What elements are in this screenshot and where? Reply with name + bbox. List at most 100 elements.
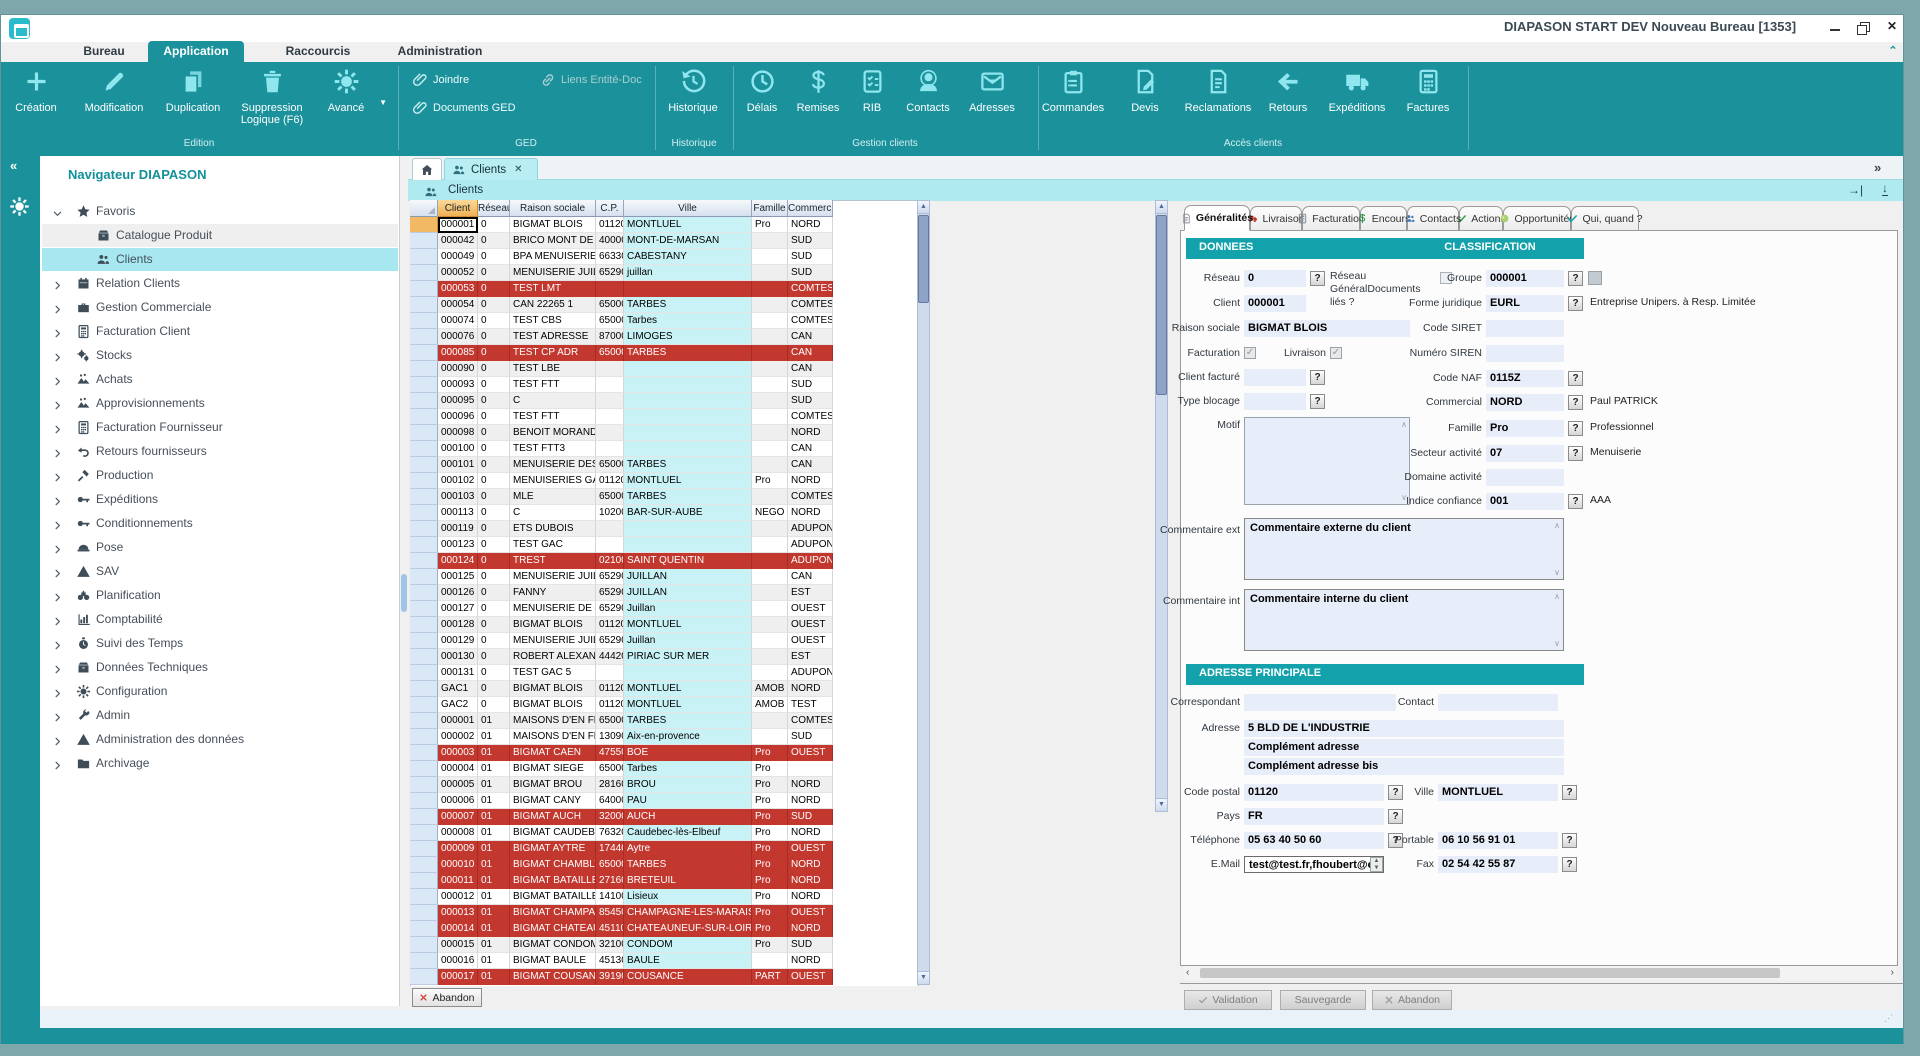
grid-cell[interactable]: TARBES xyxy=(624,457,752,473)
grid-cell[interactable]: MENUISERIE JUILLANAIS xyxy=(510,569,596,585)
grid-cell[interactable]: 000100 xyxy=(438,441,478,457)
grid-cell[interactable]: 0 xyxy=(478,473,510,489)
grid-cell[interactable]: 40000 xyxy=(596,233,624,249)
grid-cell[interactable]: TEST CP ADR xyxy=(510,345,596,361)
grid-cell[interactable] xyxy=(752,521,788,537)
grid-cell[interactable]: Caudebec-lès-Elbeuf xyxy=(624,825,752,841)
row-selector[interactable] xyxy=(410,473,438,489)
grid-cell[interactable]: 000128 xyxy=(438,617,478,633)
grid-cell[interactable]: NORD xyxy=(788,777,833,793)
grid-cell[interactable]: BIGMAT CHATEAUNEUF xyxy=(510,921,596,937)
grid-cell[interactable]: 0 xyxy=(478,633,510,649)
grid-cell[interactable]: ETS DUBOIS xyxy=(510,521,596,537)
grid-cell[interactable]: COMTEST xyxy=(788,409,833,425)
grid-cell[interactable]: COMTEST xyxy=(788,713,833,729)
table-row[interactable]: 0001300ROBERT ALEXANDRE EN44420PIRIAC SU… xyxy=(410,649,833,665)
row-selector[interactable] xyxy=(410,489,438,505)
grid-cell[interactable]: 000016 xyxy=(438,953,478,969)
grid-cell[interactable]: 32100 xyxy=(596,937,624,953)
grid-cell[interactable]: 65000 xyxy=(596,345,624,361)
livraison-checkbox[interactable]: ✓ xyxy=(1330,347,1342,359)
ribbon-button-liens-entite-doc[interactable]: Liens Entité-Doc xyxy=(540,70,642,90)
grid-cell[interactable]: Pro xyxy=(752,473,788,489)
scroll-right-icon[interactable]: › xyxy=(1891,967,1894,978)
detail-tab-contacts[interactable]: Contacts xyxy=(1407,206,1459,230)
grid-cell[interactable]: 02100 xyxy=(596,553,624,569)
row-selector[interactable] xyxy=(410,521,438,537)
sidebar-item-admin[interactable]: Admin xyxy=(52,706,396,726)
grid-cell[interactable]: 45110 xyxy=(596,921,624,937)
table-row[interactable]: 00000201MAISONS D'EN FRANCE13090Aix-en-p… xyxy=(410,729,833,745)
grid-cell[interactable]: 000096 xyxy=(438,409,478,425)
grid-cell[interactable]: 000009 xyxy=(438,841,478,857)
table-row[interactable]: 0000850TEST CP ADR65000TARBESCAN xyxy=(410,345,833,361)
grid-cell[interactable]: 87000 xyxy=(596,329,624,345)
grid-cell[interactable] xyxy=(752,713,788,729)
grid-cell[interactable]: MAISONS D'EN FRANCE xyxy=(510,729,596,745)
grid-cell[interactable]: 0 xyxy=(478,457,510,473)
grid-cell[interactable] xyxy=(752,393,788,409)
ribbon-collapse-icon[interactable]: ⌃ xyxy=(1886,44,1900,58)
grid-cell[interactable]: 000004 xyxy=(438,761,478,777)
grid-cell[interactable]: 01120 xyxy=(596,217,624,233)
grid-cell[interactable] xyxy=(596,537,624,553)
table-row[interactable]: 0001280BIGMAT BLOIS01120MONTLUELOUEST xyxy=(410,617,833,633)
navigator-splitter[interactable] xyxy=(401,574,407,612)
close-button[interactable]: ✕ xyxy=(1882,17,1902,35)
grid-cell[interactable]: 01 xyxy=(478,905,510,921)
grid-cell[interactable] xyxy=(624,377,752,393)
ribbon-button-creation[interactable]: Création xyxy=(0,66,73,150)
row-selector[interactable] xyxy=(410,969,438,985)
groupe-field[interactable]: 000001 xyxy=(1486,270,1564,287)
grid-cell[interactable]: OUEST xyxy=(788,601,833,617)
row-selector[interactable] xyxy=(410,905,438,921)
grid-cell[interactable] xyxy=(752,457,788,473)
grid-cell[interactable]: 000102 xyxy=(438,473,478,489)
grid-cell[interactable] xyxy=(752,281,788,297)
grid-cell[interactable]: 01120 xyxy=(596,697,624,713)
grid-cell[interactable]: GAC1 xyxy=(438,681,478,697)
grid-cell[interactable]: ADUPONT xyxy=(788,553,833,569)
grid-cell[interactable]: OUEST xyxy=(788,841,833,857)
grid-cell[interactable]: OUEST xyxy=(788,745,833,761)
scroll-down-icon[interactable]: ∨ xyxy=(1554,639,1560,648)
grid-cell[interactable]: TEST FTT xyxy=(510,377,596,393)
scroll-down-icon[interactable]: ∨ xyxy=(1554,568,1560,577)
grid-cell[interactable]: 65290 xyxy=(596,633,624,649)
grid-cell[interactable]: 01 xyxy=(478,889,510,905)
grid-cell[interactable]: 76320 xyxy=(596,825,624,841)
scroll-up-icon[interactable]: ∧ xyxy=(1554,521,1560,530)
grid-cell[interactable]: 14100 xyxy=(596,889,624,905)
grid-cell[interactable]: 01120 xyxy=(596,617,624,633)
grid-cell[interactable]: SUD xyxy=(788,233,833,249)
close-tab-icon[interactable]: ✕ xyxy=(514,164,522,175)
sidebar-item-favoris[interactable]: Favoris xyxy=(52,202,396,222)
grid-cell[interactable] xyxy=(752,489,788,505)
grid-cell[interactable]: BROU xyxy=(624,777,752,793)
grid-cell[interactable]: BIGMAT CAUDEBEC xyxy=(510,825,596,841)
table-row[interactable]: 0000980BENOIT MORANDETNORD xyxy=(410,425,833,441)
grid-cell[interactable]: 0 xyxy=(478,313,510,329)
grid-cell[interactable] xyxy=(596,281,624,297)
grid-cell[interactable]: BAULE xyxy=(624,953,752,969)
sidebar-item-achats[interactable]: Achats xyxy=(52,370,396,390)
grid-cell[interactable]: BAR-SUR-AUBE xyxy=(624,505,752,521)
row-selector[interactable] xyxy=(410,441,438,457)
table-row[interactable]: 0000420BRICO MONT DE MARSAN40000MONT-DE-… xyxy=(410,233,833,249)
grid-cell[interactable]: CAN xyxy=(788,345,833,361)
table-row[interactable]: 00000801BIGMAT CAUDEBEC76320Caudebec-lès… xyxy=(410,825,833,841)
grid-cell[interactable]: SUD xyxy=(788,249,833,265)
grid-cell[interactable]: 000130 xyxy=(438,649,478,665)
grid-cell[interactable]: SUD xyxy=(788,809,833,825)
restore-button[interactable] xyxy=(1852,18,1874,36)
grid-cell[interactable]: 64000 xyxy=(596,793,624,809)
grid-cell[interactable]: TARBES xyxy=(624,713,752,729)
table-row[interactable]: 0001000TEST FTT3CAN xyxy=(410,441,833,457)
grid-cell[interactable]: 0 xyxy=(478,249,510,265)
grid-cell[interactable]: EST xyxy=(788,649,833,665)
grid-cell[interactable]: CABESTANY xyxy=(624,249,752,265)
grid-cell[interactable]: C xyxy=(510,505,596,521)
grid-cell[interactable]: 000013 xyxy=(438,905,478,921)
sidebar-item-catalogue-produit[interactable]: Catalogue Produit xyxy=(52,226,396,246)
dropdown-caret-icon[interactable]: ▼ xyxy=(379,98,387,107)
